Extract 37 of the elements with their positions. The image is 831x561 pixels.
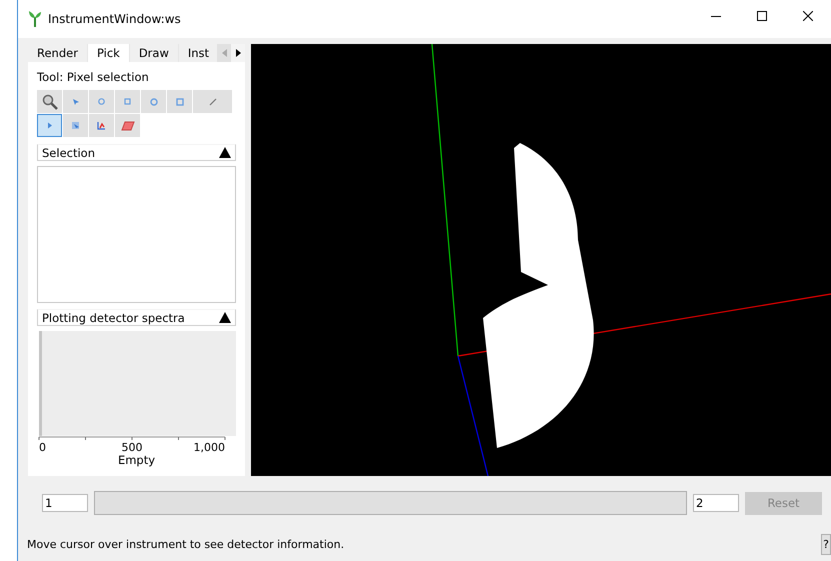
maximize-icon <box>757 11 767 21</box>
square-ring-icon <box>176 98 184 106</box>
cursor-icon <box>46 122 52 129</box>
min-field[interactable]: 1 <box>42 494 88 512</box>
tick-label: 0 <box>39 441 46 454</box>
right-arrow-icon <box>236 49 240 57</box>
circle-icon <box>98 98 105 105</box>
cursor-icon <box>71 121 80 130</box>
section-title: Selection <box>42 146 95 160</box>
square-icon <box>124 98 131 105</box>
collapse-icon[interactable] <box>219 312 231 323</box>
cursor-icon <box>72 98 80 106</box>
window-title: InstrumentWindow:ws <box>48 12 182 26</box>
tool-button[interactable] <box>37 114 62 137</box>
close-icon <box>803 11 813 21</box>
tick-label: 1,000 <box>194 441 225 454</box>
section-header[interactable]: Plotting detector spectra <box>37 309 236 326</box>
section-header[interactable]: Selection <box>37 144 236 161</box>
axis-title: Empty <box>118 453 156 467</box>
line-icon <box>208 98 216 106</box>
section-title: Plotting detector spectra <box>42 310 185 324</box>
tab[interactable]: Pick <box>88 44 130 62</box>
tool-label: Tool: Pixel selection <box>37 70 150 84</box>
peak-marker-icon <box>97 121 106 130</box>
tick-label: 500 <box>122 441 142 454</box>
plant-icon <box>28 11 42 27</box>
max-field[interactable]: 2 <box>693 494 739 512</box>
magnifier-icon <box>42 94 58 110</box>
left-arrow-icon <box>222 49 226 57</box>
eraser-icon <box>120 120 134 130</box>
ring-icon <box>150 98 158 106</box>
range-bar[interactable] <box>94 491 687 515</box>
collapse-icon[interactable] <box>219 147 231 158</box>
instrument-view[interactable] <box>251 44 831 476</box>
scroll-right-button[interactable] <box>231 44 245 62</box>
help-button[interactable]: ? <box>821 534 831 555</box>
status-text: Move cursor over instrument to see detector information. <box>27 538 344 551</box>
